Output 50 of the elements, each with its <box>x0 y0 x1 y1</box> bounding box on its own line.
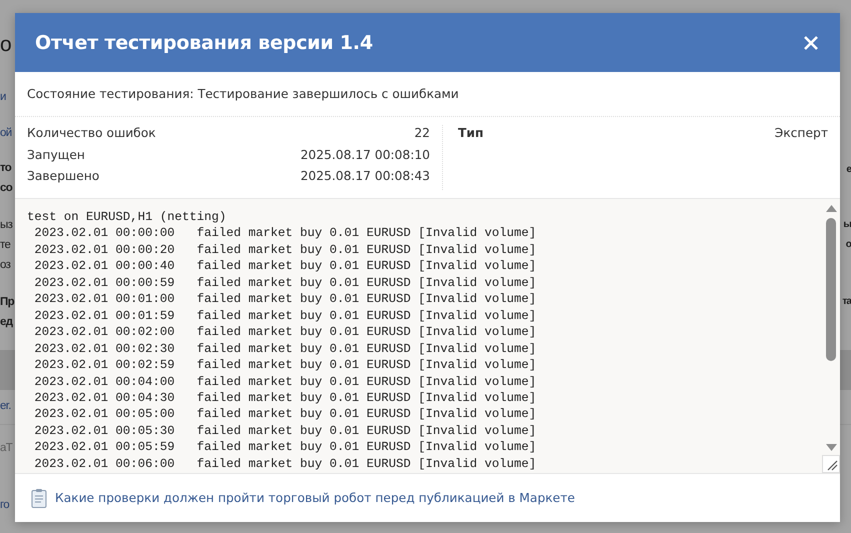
log-line: 2023.02.01 00:04:30 failed market buy 0.01 EURUSD [Invalid volume] <box>33 390 538 406</box>
text: ыз <box>0 218 12 233</box>
resize-grip-icon[interactable] <box>822 455 840 473</box>
log-line: 2023.02.01 00:00:00 failed market buy 0.01 EURUSD [Invalid volume] <box>33 225 538 242</box>
log-line: 2023.02.01 00:02:30 failed market buy 0.01 EURUSD [Invalid volume] <box>33 340 538 358</box>
scroll-up-icon[interactable] <box>826 205 836 212</box>
text: ы <box>843 218 851 232</box>
log-line: 2023.02.01 00:02:59 failed market buy 0.01 EURUSD [Invalid volume] <box>33 357 538 374</box>
log-line: 2023.02.01 00:02:00 failed market buy 0.01 EURUSD [Invalid volume] <box>33 324 538 341</box>
info-value: 22 <box>414 125 430 142</box>
text: е <box>846 163 851 177</box>
status-text: Состояние тестирования: Тестирование завершилось с ошибками <box>27 87 459 101</box>
text: ед <box>0 315 12 330</box>
text: аТ <box>0 441 12 456</box>
log-line: 2023.02.01 00:05:00 failed market buy 0.01 EURUSD [Invalid volume] <box>33 406 538 423</box>
scroll-thumb[interactable] <box>826 218 836 361</box>
link[interactable]: и <box>0 87 6 107</box>
text: та <box>842 295 851 309</box>
info-value: 2025.08.17 00:08:10 <box>300 146 430 164</box>
link[interactable]: го <box>0 495 9 515</box>
info-label: Завершено <box>27 168 100 185</box>
clipboard-icon <box>31 488 47 508</box>
info-label: Количество ошибок <box>27 125 156 142</box>
log-line: 2023.02.01 00:01:59 failed market buy 0.01 EURUSD [Invalid volume] <box>33 308 538 324</box>
close-button[interactable] <box>803 34 819 50</box>
info-value: Эксперт <box>774 125 828 142</box>
log-line: 2023.02.01 00:05:59 failed market buy 0.01 EURUSD [Invalid volume] <box>33 439 538 456</box>
info-label: Тип <box>458 125 484 142</box>
log-line: 2023.02.01 00:05:30 failed market buy 0.01 EURUSD [Invalid volume] <box>33 422 538 440</box>
text: со <box>0 181 12 196</box>
link[interactable]: ой <box>0 123 12 143</box>
scroll-down-icon[interactable] <box>826 444 836 451</box>
log-line: test on EURUSD,H1 (netting) <box>27 209 228 226</box>
text: оз <box>0 258 10 273</box>
text: Пр <box>0 295 14 310</box>
log-line: 2023.02.01 00:01:00 failed market buy 0.01 EURUSD [Invalid volume] <box>33 291 538 308</box>
log-line: 2023.02.01 00:06:00 failed market buy 0.01 EURUSD [Invalid volume] <box>33 456 538 472</box>
text: то <box>0 161 12 176</box>
text: те <box>0 238 10 253</box>
heading-text: о <box>0 32 11 58</box>
info-label: Запущен <box>27 146 85 164</box>
log-line: 2023.02.01 00:04:00 failed market buy 0.01 EURUSD [Invalid volume] <box>33 374 538 390</box>
log-line: 2023.02.01 00:00:59 failed market buy 0.01 EURUSD [Invalid volume] <box>33 274 538 292</box>
dialog-title: Отчет тестирования версии 1.4 <box>35 32 373 54</box>
link[interactable]: er. <box>0 396 11 416</box>
log-line: 2023.02.01 00:00:40 failed market buy 0.01 EURUSD [Invalid volume] <box>33 258 538 275</box>
text: о <box>846 238 851 252</box>
help-link[interactable]: Какие проверки должен пройти торговый робот перед публикацией в Маркете <box>55 491 575 505</box>
log-line: 2023.02.01 00:00:20 failed market buy 0.01 EURUSD [Invalid volume] <box>33 242 538 258</box>
info-value: 2025.08.17 00:08:43 <box>300 168 430 185</box>
